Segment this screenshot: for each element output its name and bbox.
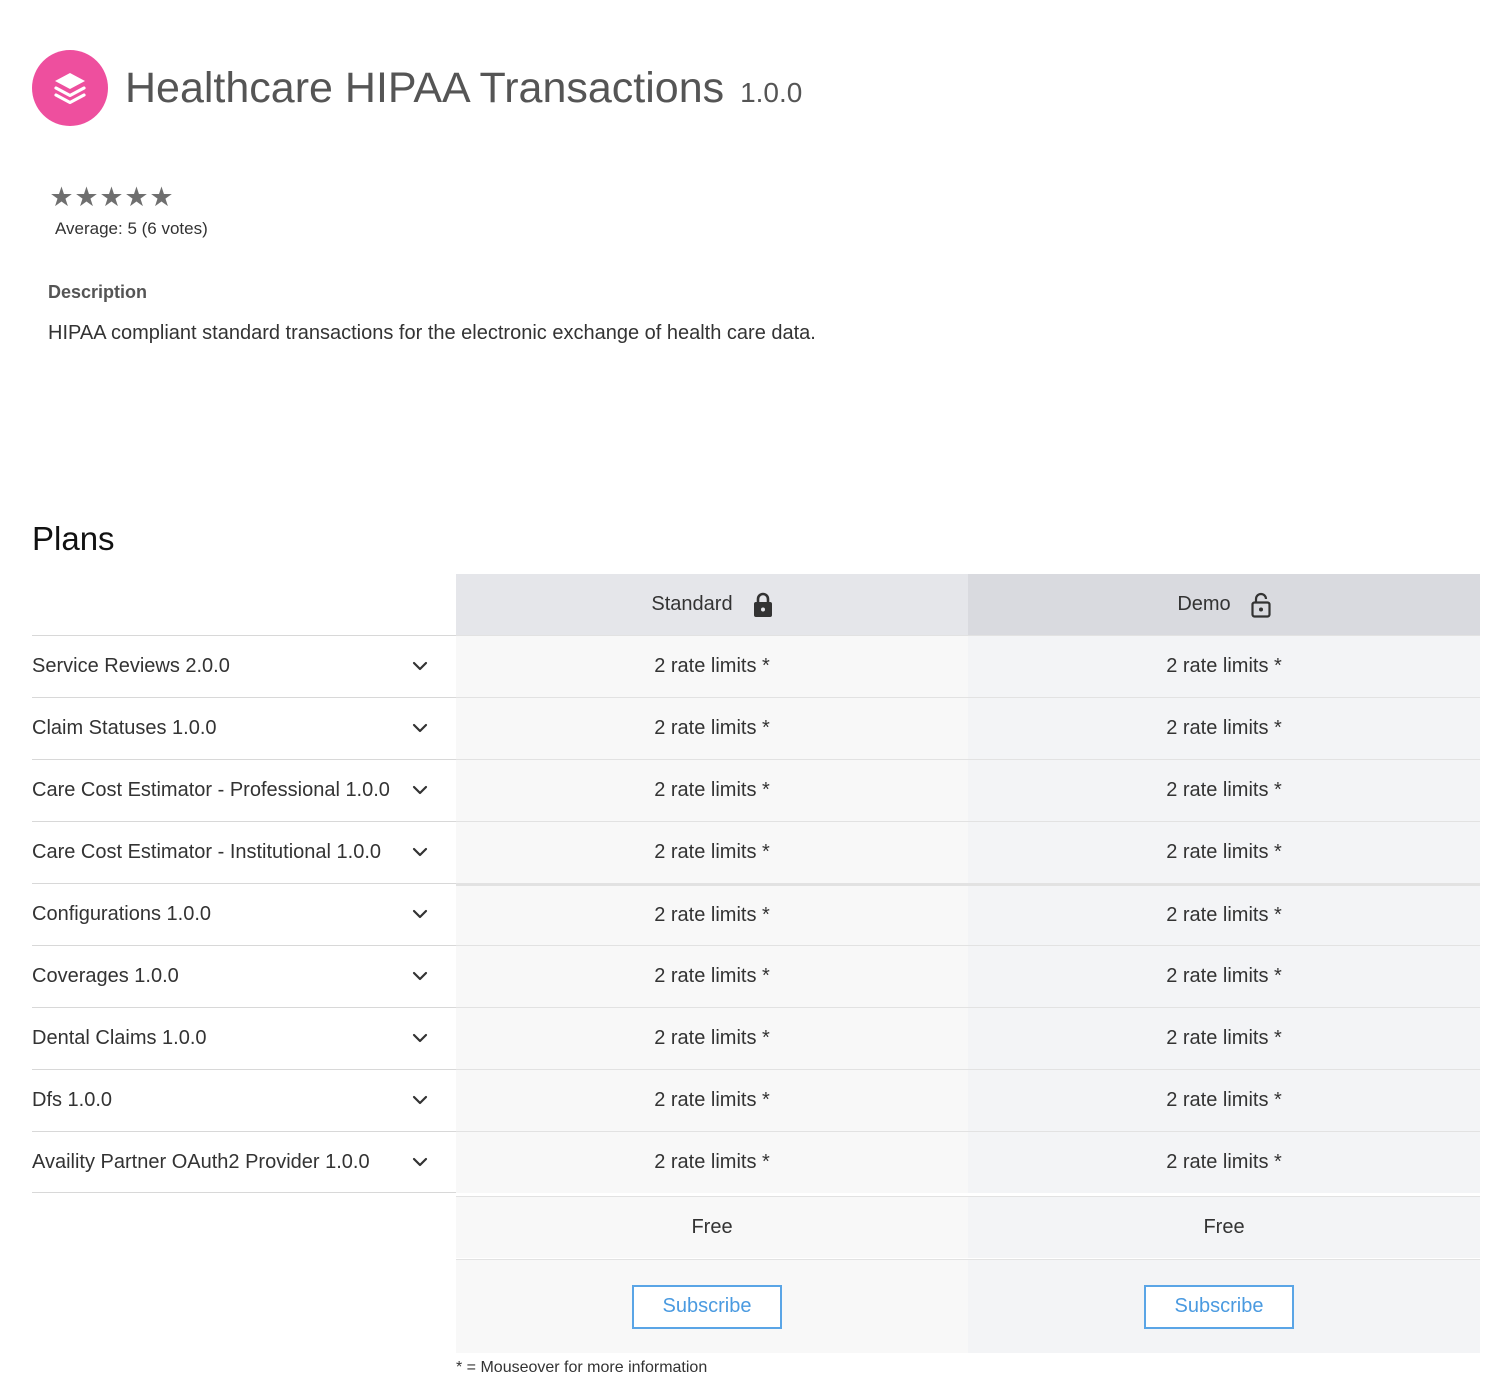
rate-limit-standard[interactable]: 2 rate limits * (456, 1007, 968, 1069)
chevron-down-icon[interactable] (410, 966, 430, 986)
chevron-down-icon[interactable] (410, 780, 430, 800)
api-name: Claim Statuses 1.0.0 (32, 716, 217, 739)
api-name: Configurations 1.0.0 (32, 902, 212, 925)
price-standard: Free (456, 1196, 968, 1258)
chevron-down-icon[interactable] (410, 656, 430, 676)
rate-limit-demo[interactable]: 2 rate limits * (968, 883, 1480, 945)
subscribe-button-demo[interactable]: Subscribe (1144, 1284, 1294, 1329)
plans-heading: Plans (32, 520, 115, 557)
star-icon[interactable]: ★ (124, 184, 149, 211)
api-row[interactable]: Coverages 1.0.0 (32, 945, 456, 1006)
api-row[interactable]: Availity Partner OAuth2 Provider 1.0.0 (32, 1131, 456, 1192)
star-icon[interactable]: ★ (74, 184, 99, 211)
rate-limit-standard[interactable]: 2 rate limits * (456, 883, 968, 945)
rating-average: Average: 5 (6 votes) (55, 219, 208, 238)
api-row[interactable]: Dental Claims 1.0.0 (32, 1007, 456, 1068)
rate-limit-demo[interactable]: 2 rate limits * (968, 1131, 1480, 1193)
plan-name: Demo (1177, 593, 1231, 615)
api-row[interactable]: Configurations 1.0.0 (32, 883, 456, 944)
star-icon[interactable]: ★ (99, 184, 124, 211)
plan-header-demo: Demo (968, 574, 1480, 635)
page-title: Healthcare HIPAA Transactions 1.0.0 (125, 62, 802, 119)
footnote: * = Mouseover for more information (456, 1359, 708, 1376)
subscribe-cell-standard: Subscribe (456, 1259, 968, 1353)
rate-limit-demo[interactable]: 2 rate limits * (968, 635, 1480, 697)
rate-limit-standard[interactable]: 2 rate limits * (456, 821, 968, 883)
api-row[interactable]: Dfs 1.0.0 (32, 1069, 456, 1130)
api-name: Dental Claims 1.0.0 (32, 1026, 207, 1049)
api-name: Care Cost Estimator - Professional 1.0.0 (32, 778, 390, 801)
description-text: HIPAA compliant standard transactions fo… (48, 322, 816, 344)
rate-limit-demo[interactable]: 2 rate limits * (968, 697, 1480, 759)
product-version: 1.0.0 (740, 77, 803, 108)
api-row[interactable]: Service Reviews 2.0.0 (32, 635, 456, 696)
chevron-down-icon[interactable] (410, 842, 430, 862)
plan-name: Standard (651, 593, 733, 615)
rate-limit-standard[interactable]: 2 rate limits * (456, 759, 968, 821)
subscribe-button-standard[interactable]: Subscribe (632, 1284, 782, 1329)
rate-limit-demo[interactable]: 2 rate limits * (968, 1069, 1480, 1131)
rate-limit-demo[interactable]: 2 rate limits * (968, 1007, 1480, 1069)
rate-limit-demo[interactable]: 2 rate limits * (968, 759, 1480, 821)
lock-open-icon (1251, 592, 1271, 618)
description-label: Description (48, 282, 148, 302)
rate-limit-standard[interactable]: 2 rate limits * (456, 635, 968, 697)
rate-limit-standard[interactable]: 2 rate limits * (456, 1131, 968, 1193)
product-title: Healthcare HIPAA Transactions (125, 64, 725, 112)
layers-icon (54, 73, 86, 105)
api-row[interactable]: Claim Statuses 1.0.0 (32, 697, 456, 758)
price-demo: Free (968, 1196, 1480, 1258)
chevron-down-icon[interactable] (410, 1152, 430, 1172)
api-name: Coverages 1.0.0 (32, 964, 179, 987)
api-logo (32, 50, 108, 126)
api-name: Dfs 1.0.0 (32, 1088, 113, 1111)
chevron-down-icon[interactable] (410, 1090, 430, 1110)
api-name: Availity Partner OAuth2 Provider 1.0.0 (32, 1150, 370, 1173)
star-icon[interactable]: ★ (149, 184, 174, 211)
chevron-down-icon[interactable] (410, 1028, 430, 1048)
rate-limit-standard[interactable]: 2 rate limits * (456, 697, 968, 759)
chevron-down-icon[interactable] (410, 718, 430, 738)
rate-limit-demo[interactable]: 2 rate limits * (968, 945, 1480, 1007)
star-rating[interactable]: ★ ★ ★ ★ ★ (49, 184, 174, 211)
star-icon[interactable]: ★ (49, 184, 74, 211)
subscribe-cell-demo: Subscribe (968, 1259, 1480, 1353)
rows-bottom-divider (32, 1192, 456, 1193)
api-row[interactable]: Care Cost Estimator - Institutional 1.0.… (32, 821, 456, 882)
lock-closed-icon (753, 592, 773, 618)
api-name: Care Cost Estimator - Institutional 1.0.… (32, 840, 382, 863)
rate-limit-standard[interactable]: 2 rate limits * (456, 945, 968, 1007)
api-row[interactable]: Care Cost Estimator - Professional 1.0.0 (32, 759, 456, 820)
api-name: Service Reviews 2.0.0 (32, 654, 230, 677)
rate-limit-demo[interactable]: 2 rate limits * (968, 821, 1480, 883)
chevron-down-icon[interactable] (410, 904, 430, 924)
rate-limit-standard[interactable]: 2 rate limits * (456, 1069, 968, 1131)
plan-header-standard: Standard (456, 574, 968, 635)
